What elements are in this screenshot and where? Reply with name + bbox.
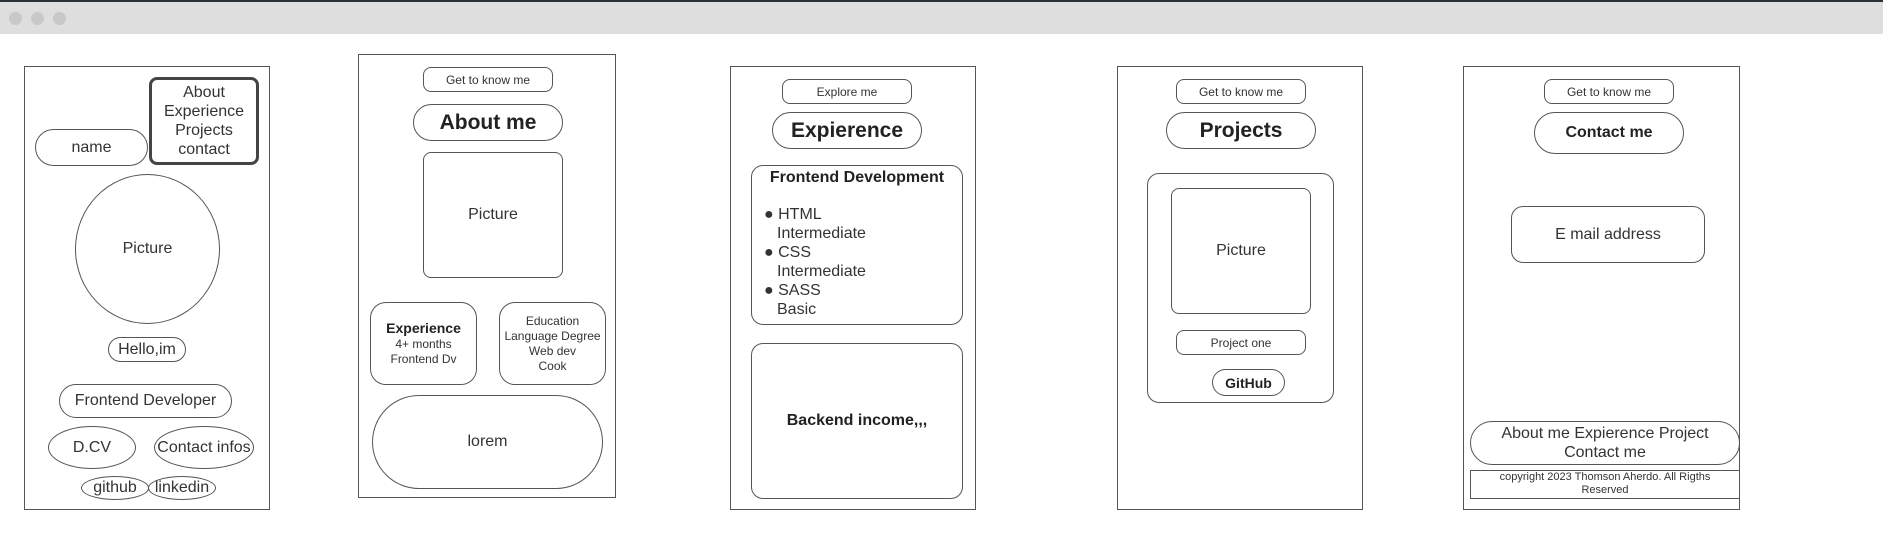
experience-tag: Explore me: [782, 79, 912, 104]
about-picture: Picture: [423, 152, 563, 278]
frontend-card: Frontend Development ● HTML Intermediate…: [751, 165, 963, 325]
skill-item: ● CSS: [764, 244, 812, 261]
skill-level: Basic: [777, 301, 817, 318]
role-badge: Frontend Developer: [59, 384, 232, 418]
window-close-button[interactable]: [9, 12, 22, 25]
nav-item-projects[interactable]: Projects: [175, 121, 233, 140]
about-tag: Get to know me: [423, 67, 553, 92]
nav-item-about[interactable]: About: [183, 83, 225, 102]
experience-title: Expierence: [772, 112, 922, 149]
skill-name: SASS: [778, 282, 821, 299]
education-card: Education Language Degree Web dev Cook: [499, 302, 606, 385]
greeting-text: Hello,im: [108, 337, 186, 362]
footer-nav[interactable]: About me Expierence Project Contact me: [1470, 421, 1740, 465]
skill-level: Intermediate: [777, 263, 866, 280]
education-card-line: Language Degree: [504, 328, 601, 343]
linkedin-link[interactable]: linkedin: [148, 476, 216, 500]
contact-tag: Get to know me: [1544, 79, 1674, 104]
skill-item: ● HTML: [764, 206, 822, 223]
projects-tag: Get to know me: [1176, 79, 1306, 104]
experience-card-title: Experience: [386, 320, 461, 336]
copyright-text: copyright 2023 Thomson Aherdo. All Rigth…: [1470, 470, 1740, 499]
skill-name: CSS: [778, 244, 812, 261]
backend-card: Backend income,,,: [751, 343, 963, 499]
window-maximize-button[interactable]: [53, 12, 66, 25]
about-frame: Get to know me About me Picture Experien…: [358, 54, 616, 498]
contact-infos-button[interactable]: Contact infos: [154, 426, 254, 469]
email-field[interactable]: E mail address: [1511, 206, 1705, 263]
profile-picture: Picture: [75, 174, 220, 324]
window-titlebar: [0, 0, 1883, 34]
contact-title: Contact me: [1534, 112, 1684, 154]
projects-frame: Get to know me Projects Picture Project …: [1117, 66, 1363, 510]
education-card-title: Education: [525, 313, 580, 328]
nav-item-contact[interactable]: contact: [178, 140, 230, 159]
name-field: name: [35, 129, 148, 166]
lorem-block: lorem: [372, 395, 603, 489]
experience-frame: Explore me Expierence Frontend Developme…: [730, 66, 976, 510]
cv-button[interactable]: D.CV: [48, 426, 136, 469]
project-github-button[interactable]: GitHub: [1212, 369, 1285, 396]
contact-frame: Get to know me Contact me E mail address…: [1463, 66, 1740, 510]
skill-name: HTML: [778, 206, 822, 223]
projects-title: Projects: [1166, 112, 1316, 149]
skill-item: ● SASS: [764, 282, 821, 299]
skill-level: Intermediate: [777, 225, 866, 242]
experience-card-line: Frontend Dv: [390, 352, 457, 366]
experience-card: Experience 4+ months Frontend Dv: [370, 302, 477, 385]
about-title: About me: [413, 104, 563, 141]
nav-menu: About Experience Projects contact: [149, 77, 259, 165]
education-card-line: Web dev: [528, 343, 577, 358]
window-minimize-button[interactable]: [31, 12, 44, 25]
github-link[interactable]: github: [81, 476, 149, 500]
project-card: Picture Project one GitHub: [1147, 173, 1334, 403]
frontend-card-title: Frontend Development: [769, 169, 945, 186]
experience-card-line: 4+ months: [395, 337, 452, 351]
education-card-line: Cook: [538, 358, 567, 373]
project-name-button[interactable]: Project one: [1176, 330, 1306, 355]
nav-item-experience[interactable]: Experience: [164, 102, 244, 121]
home-frame: About Experience Projects contact name P…: [24, 66, 270, 510]
project-picture: Picture: [1171, 188, 1311, 314]
